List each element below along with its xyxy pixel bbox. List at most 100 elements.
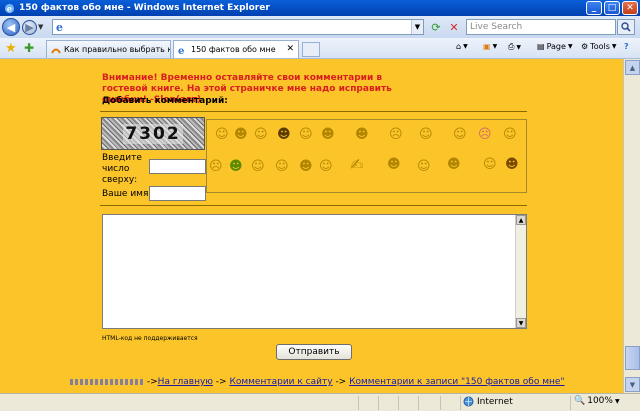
clown-icon[interactable]: ☻	[505, 158, 519, 171]
tongue-icon[interactable]: ☺	[503, 128, 517, 141]
close-window-button[interactable]: ✕	[622, 1, 638, 15]
tab-label: Как правильно выбрать кв...	[64, 45, 170, 54]
shock-icon[interactable]: ☺	[251, 160, 265, 173]
printer-icon: ⎙	[508, 42, 515, 51]
neutral-icon[interactable]: ☺	[299, 128, 313, 141]
breadcrumb: ->На главную -> Комментарии к сайту -> К…	[70, 377, 565, 387]
scrollbar-thumb[interactable]	[625, 346, 640, 370]
comment-textarea[interactable]: ▲ ▼	[102, 214, 527, 329]
svg-text:e: e	[56, 21, 63, 33]
window-title: 150 фактов обо мне - Windows Internet Ex…	[19, 3, 270, 13]
breadcrumb-separator: ->	[335, 377, 347, 387]
tab-label: 150 фактов обо мне	[191, 45, 276, 54]
captcha-image: 7302	[101, 117, 205, 150]
page-menu-icon: ▤	[537, 42, 545, 51]
grin-icon[interactable]: ☻	[234, 128, 248, 141]
tools-menu[interactable]: ⚙ Tools ▼	[581, 42, 617, 51]
search-input[interactable]: Live Search	[466, 19, 616, 35]
submit-button[interactable]: Отправить	[276, 344, 352, 360]
site-icon	[51, 48, 61, 54]
scroll-down-icon[interactable]: ▼	[625, 377, 640, 392]
captcha-prompt-line1: Введите	[102, 153, 142, 163]
angry-icon[interactable]: ☹	[478, 128, 492, 141]
home-link[interactable]: На главную	[158, 377, 213, 387]
page-scrollbar[interactable]: ▲ ▼	[623, 59, 640, 393]
wave-icon[interactable]: ☻	[447, 158, 461, 171]
captcha-prompt-line2: число	[102, 164, 130, 174]
search-icon	[621, 22, 631, 32]
address-bar[interactable]: e ▼	[52, 19, 424, 35]
bow-icon[interactable]: ☺	[483, 158, 497, 171]
cool-icon[interactable]: ☻	[277, 128, 291, 141]
site-comments-link[interactable]: Комментарии к сайту	[229, 377, 332, 387]
close-tab-icon[interactable]: ✕	[286, 44, 294, 54]
glasses-icon[interactable]: ☺	[254, 128, 268, 141]
history-dropdown-icon[interactable]: ▼	[38, 23, 47, 31]
pirate-icon[interactable]: ☻	[387, 158, 401, 171]
back-button[interactable]: ◀	[2, 18, 20, 36]
minimize-button[interactable]: _	[586, 1, 602, 15]
laugh-icon[interactable]: ☺	[419, 128, 433, 141]
breadcrumb-separator: ->	[146, 377, 158, 387]
zone-label: Internet	[477, 396, 513, 407]
page-menu[interactable]: ▤ Page ▼	[537, 42, 573, 51]
captcha-prompt-line3: сверху:	[102, 175, 138, 185]
cowboy-icon[interactable]: ✍	[350, 157, 363, 173]
add-comment-heading: Добавить комментарий:	[102, 96, 228, 106]
html-note: HTML-код не поддерживается	[102, 335, 198, 342]
happy-icon[interactable]: ☺	[275, 160, 289, 173]
blush-icon[interactable]: ☻	[299, 160, 313, 173]
favorites-star-icon[interactable]: ★	[5, 41, 17, 56]
sick-icon[interactable]: ☹	[209, 160, 223, 173]
smile-icon[interactable]: ☺	[215, 128, 229, 141]
textarea-scrollbar[interactable]: ▲ ▼	[515, 215, 526, 328]
feeds-button[interactable]: ▣ ▼	[483, 42, 497, 51]
zoom-level: 100%	[587, 396, 613, 406]
status-bar: Internet 🔍 100% ▼	[0, 393, 640, 411]
tab-active[interactable]: e 150 фактов обо мне ✕	[173, 40, 299, 58]
post-comments-link[interactable]: Комментарии к записи "150 фактов обо мне…	[349, 377, 564, 387]
add-favorite-icon[interactable]: ✚	[24, 41, 34, 55]
divider	[100, 205, 527, 206]
scroll-down-icon[interactable]: ▼	[516, 318, 526, 328]
evil-icon[interactable]: ☻	[321, 128, 335, 141]
sad-icon[interactable]: ☹	[389, 128, 403, 141]
rss-icon: ▣	[483, 42, 491, 51]
globe-icon	[463, 396, 474, 407]
svg-text:e: e	[178, 46, 184, 55]
gear-icon: ⚙	[581, 42, 589, 51]
dance-icon[interactable]: ☺	[319, 160, 333, 173]
help-icon[interactable]: ?	[624, 42, 629, 51]
new-tab-button[interactable]	[302, 42, 320, 57]
window-titlebar: e 150 фактов обо мне - Windows Internet …	[0, 0, 640, 16]
captcha-input[interactable]	[149, 159, 206, 174]
music-icon[interactable]: ☺	[417, 160, 431, 173]
wink-icon[interactable]: ☺	[453, 128, 467, 141]
scroll-up-icon[interactable]: ▲	[625, 60, 640, 75]
name-label: Ваше имя:	[102, 189, 152, 199]
search-button[interactable]	[617, 19, 635, 35]
refresh-icon[interactable]: ⟳	[428, 19, 444, 35]
print-button[interactable]: ⎙ ▼	[508, 42, 521, 52]
blurred-site-link[interactable]	[70, 378, 144, 385]
devil-icon[interactable]: ☻	[355, 128, 369, 141]
zoom-control[interactable]: 🔍 100% ▼	[574, 396, 620, 406]
divider	[100, 111, 527, 112]
forward-button[interactable]: ▶	[22, 19, 37, 35]
zoom-dropdown-icon: ▼	[614, 397, 620, 405]
beer-icon[interactable]: ☻	[229, 160, 243, 173]
stop-icon[interactable]: ✕	[446, 19, 462, 35]
address-dropdown-icon[interactable]: ▼	[411, 20, 423, 34]
home-icon: ⌂	[456, 42, 462, 51]
page-content: Внимание! Временно оставляйте свои комме…	[0, 59, 623, 393]
tab-inactive[interactable]: Как правильно выбрать кв...	[46, 40, 171, 58]
home-button[interactable]: ⌂ ▼	[456, 42, 468, 51]
page-icon: e	[56, 21, 63, 33]
maximize-button[interactable]: □	[604, 1, 620, 15]
name-input[interactable]	[149, 186, 206, 201]
navigation-bar: ◀ ▶ ▼ e ▼ ⟳ ✕ Live Search	[0, 16, 640, 38]
scroll-up-icon[interactable]: ▲	[516, 215, 526, 225]
tab-bar: ★ ✚ Как правильно выбрать кв... e 150 фа…	[0, 38, 640, 59]
page-icon: e	[178, 46, 184, 55]
svg-text:e: e	[7, 3, 12, 13]
